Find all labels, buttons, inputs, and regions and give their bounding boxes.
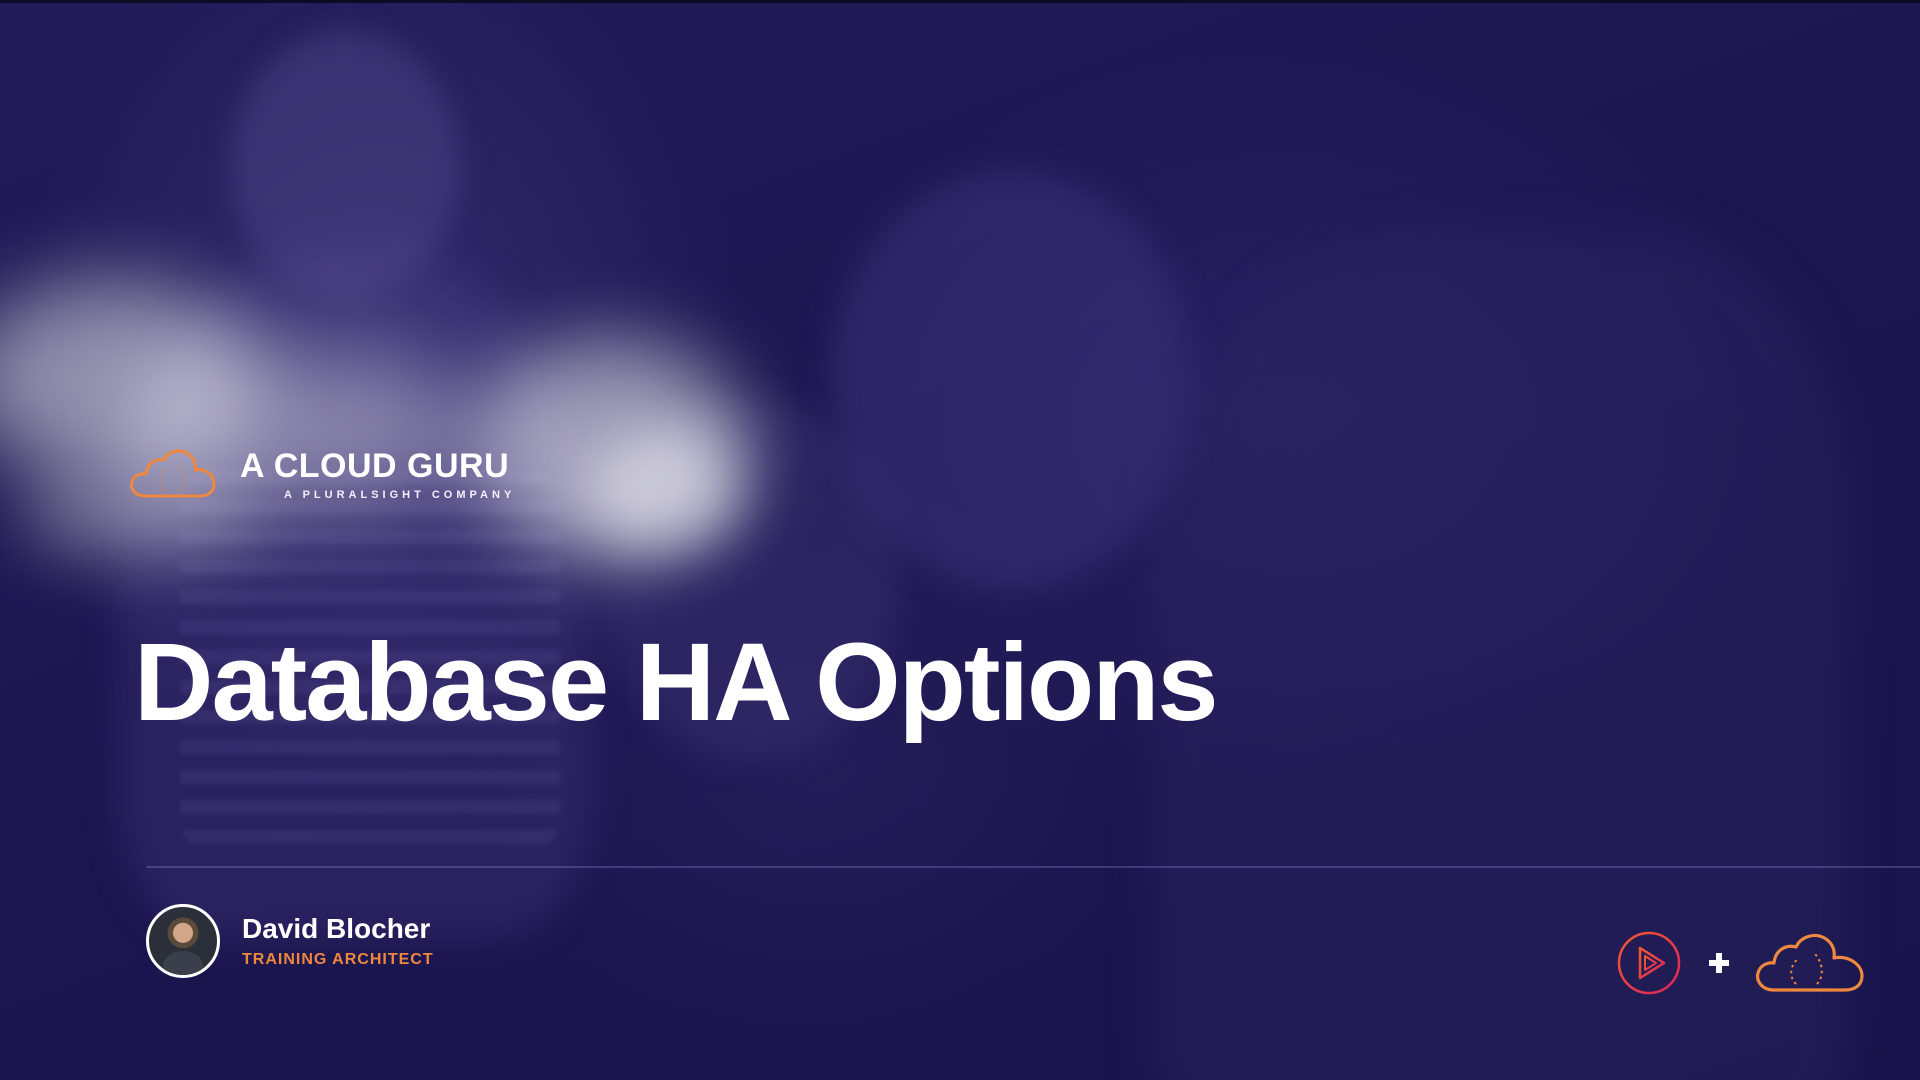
brand-logo: A CLOUD GURU A PLURALSIGHT COMPANY — [128, 446, 515, 502]
footer-logos — [1616, 930, 1866, 996]
presenter-card: David Blocher TRAINING ARCHITECT — [146, 904, 434, 978]
pluralsight-play-icon — [1617, 931, 1681, 995]
presenter-name: David Blocher — [242, 913, 431, 944]
acg-cloud-icon — [1755, 933, 1864, 992]
brand-subtitle: A PLURALSIGHT COMPANY — [284, 488, 516, 501]
divider — [146, 866, 1920, 868]
plus-icon — [1709, 953, 1729, 973]
top-edge — [0, 0, 1920, 3]
avatar — [146, 904, 220, 978]
title-slide: A CLOUD GURU A PLURALSIGHT COMPANY Datab… — [0, 0, 1920, 1080]
cloud-smoke — [580, 430, 740, 550]
brand-name: A CLOUD GURU — [240, 446, 510, 485]
presenter-role: TRAINING ARCHITECT — [242, 951, 434, 968]
avatar-body — [163, 951, 203, 975]
cloud-logo-icon — [130, 449, 216, 498]
background-person-woman-head — [230, 30, 460, 300]
background-person-man-head — [830, 170, 1190, 590]
slide-title: Database HA Options — [134, 621, 1219, 744]
